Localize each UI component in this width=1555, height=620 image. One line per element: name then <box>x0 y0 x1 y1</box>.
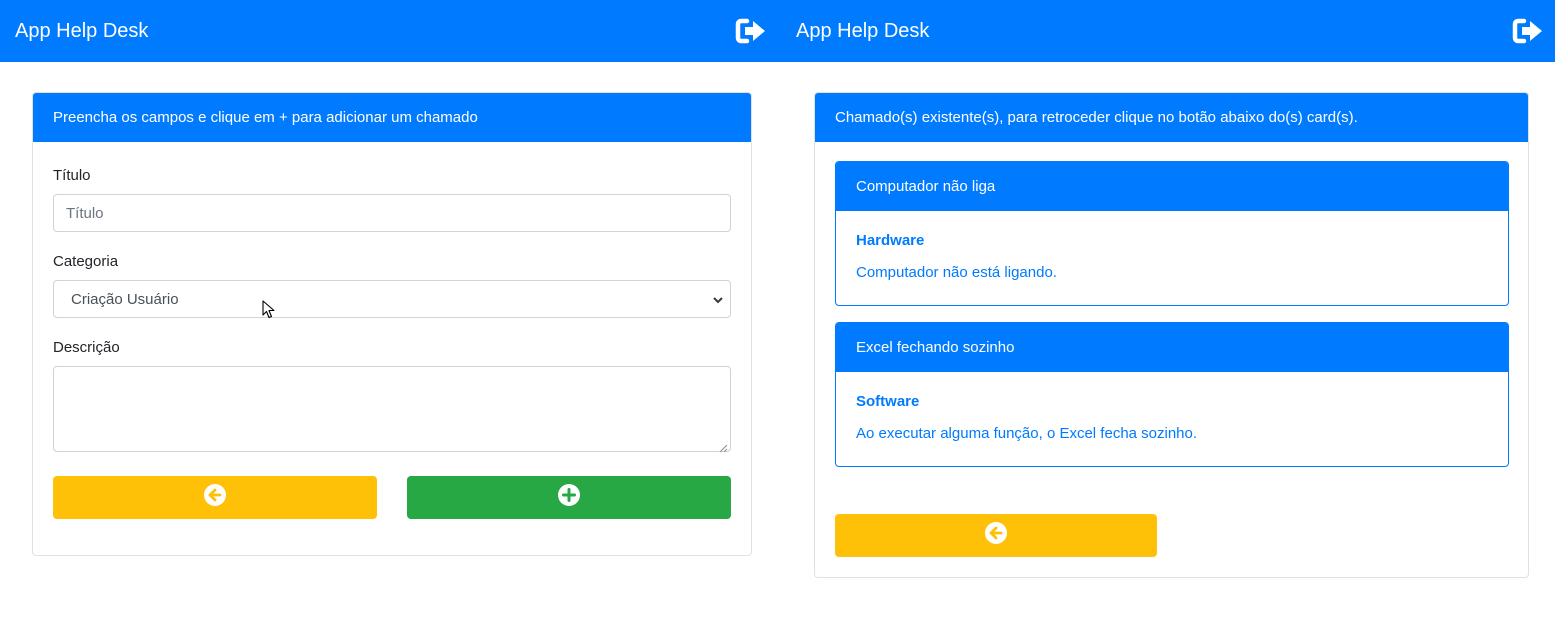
arrow-circle-left-icon <box>203 483 227 512</box>
sign-out-icon[interactable] <box>1512 16 1546 46</box>
ticket-category: Hardware <box>856 232 925 249</box>
chevron-down-icon <box>712 293 724 305</box>
ticket-description: Ao executar alguma função, o Excel fecha… <box>856 425 1198 442</box>
mouse-pointer-icon <box>262 300 276 320</box>
add-ticket-button[interactable] <box>407 476 731 519</box>
back-button[interactable] <box>53 476 377 519</box>
category-select[interactable]: Criação Usuário <box>53 280 731 318</box>
ticket-title: Computador não liga <box>836 162 1508 211</box>
new-ticket-card: Preencha os campos e clique em + para ad… <box>32 92 752 556</box>
existing-tickets-pane: App Help Desk Chamado(s) existente(s), p… <box>781 0 1555 620</box>
new-ticket-pane: App Help Desk Preencha os campos e cliqu… <box>0 0 781 620</box>
plus-circle-icon <box>557 483 581 512</box>
title-label: Título <box>53 167 91 184</box>
existing-tickets-card-header: Chamado(s) existente(s), para retroceder… <box>815 93 1528 142</box>
app-brand[interactable]: App Help Desk <box>15 19 148 43</box>
resize-handle-icon[interactable] <box>719 440 728 453</box>
sign-out-icon[interactable] <box>735 16 769 46</box>
title-input[interactable] <box>53 194 731 232</box>
description-label: Descrição <box>53 339 120 356</box>
ticket-category: Software <box>856 393 920 410</box>
category-label: Categoria <box>53 253 119 270</box>
ticket-title: Excel fechando sozinho <box>836 323 1508 372</box>
category-selected-value: Criação Usuário <box>71 290 179 308</box>
ticket-card: Excel fechando sozinho Software Ao execu… <box>835 322 1509 467</box>
ticket-description: Computador não está ligando. <box>856 264 1057 281</box>
existing-tickets-card: Chamado(s) existente(s), para retroceder… <box>814 92 1529 578</box>
navbar: App Help Desk <box>0 0 781 62</box>
description-textarea[interactable] <box>53 366 731 453</box>
ticket-card: Computador não liga Hardware Computador … <box>835 161 1509 306</box>
new-ticket-card-header: Preencha os campos e clique em + para ad… <box>33 93 751 142</box>
back-button[interactable] <box>835 514 1157 557</box>
navbar: App Help Desk <box>781 0 1555 62</box>
arrow-circle-left-icon <box>984 521 1008 550</box>
app-brand[interactable]: App Help Desk <box>796 19 929 43</box>
